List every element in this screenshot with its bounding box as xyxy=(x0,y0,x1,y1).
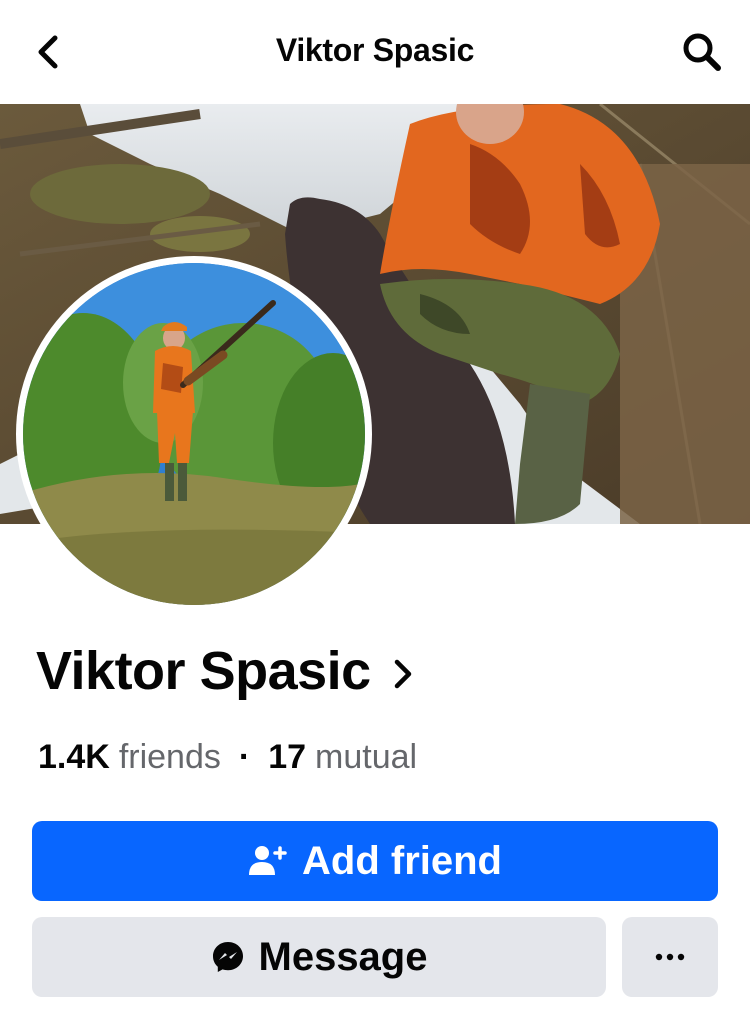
message-button[interactable]: Message xyxy=(32,917,606,997)
chevron-right-icon xyxy=(393,658,413,690)
messenger-icon xyxy=(211,940,245,974)
more-options-button[interactable] xyxy=(622,917,718,997)
avatar-photo xyxy=(23,263,365,605)
mutual-label: mutual xyxy=(315,738,418,776)
search-button[interactable] xyxy=(678,28,726,76)
stats-separator: · xyxy=(238,738,251,776)
friends-count: 1.4K xyxy=(38,738,110,776)
message-label: Message xyxy=(258,934,428,979)
profile-name: Viktor Spasic xyxy=(36,641,371,701)
add-friend-label: Add friend xyxy=(302,838,502,883)
profile-avatar[interactable] xyxy=(16,256,372,612)
profile-name-link[interactable]: Viktor Spasic xyxy=(36,640,413,702)
search-icon xyxy=(683,33,721,71)
top-bar: Viktor Spasic xyxy=(0,0,750,104)
mutual-count: 17 xyxy=(268,738,307,776)
friend-stats[interactable]: 1.4K friends · 17 mutual xyxy=(38,738,417,777)
more-horizontal-icon xyxy=(655,953,685,961)
friends-label: friends xyxy=(118,738,221,776)
header-title: Viktor Spasic xyxy=(275,32,475,68)
add-person-icon xyxy=(248,843,288,879)
add-friend-button[interactable]: Add friend xyxy=(32,821,718,901)
